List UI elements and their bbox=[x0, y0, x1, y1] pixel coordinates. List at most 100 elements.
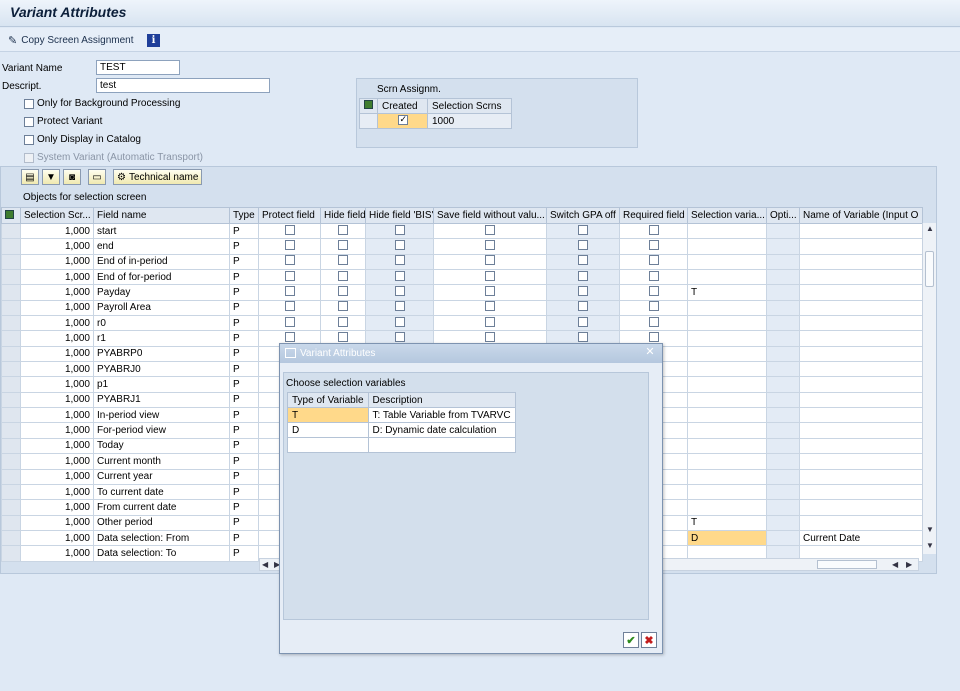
hide-field-checkbox[interactable] bbox=[338, 255, 348, 266]
print-button[interactable]: ▤ bbox=[21, 169, 39, 185]
row-selector[interactable] bbox=[1, 529, 21, 547]
confirm-button[interactable]: ✔ bbox=[623, 632, 639, 648]
selection-variable-cell[interactable] bbox=[687, 345, 767, 363]
switch-gpa-off-cell[interactable] bbox=[546, 253, 620, 271]
protect-field-checkbox[interactable] bbox=[284, 224, 295, 235]
required-field-checkbox[interactable] bbox=[648, 316, 659, 327]
variable-description-cell[interactable]: D: Dynamic date calculation bbox=[367, 422, 516, 438]
row-selector[interactable] bbox=[1, 345, 21, 363]
switch-gpa-off-cell[interactable] bbox=[546, 284, 620, 301]
hide-field-bis-cell[interactable] bbox=[365, 253, 434, 271]
row-selector[interactable] bbox=[1, 437, 21, 455]
optional-cell[interactable] bbox=[766, 299, 800, 317]
table-row[interactable]: 1,000 start P bbox=[1, 222, 923, 240]
optional-cell[interactable] bbox=[766, 376, 800, 393]
description-field[interactable]: test bbox=[96, 78, 270, 93]
optional-cell[interactable] bbox=[766, 315, 800, 332]
technical-name-button[interactable]: ⚙ Technical name bbox=[113, 169, 203, 185]
save-without-value-cell[interactable] bbox=[433, 284, 547, 301]
optional-cell[interactable] bbox=[766, 437, 800, 455]
row-selector[interactable] bbox=[1, 514, 21, 531]
scroll-down-icon[interactable]: ▼ bbox=[926, 525, 934, 534]
row-selector[interactable] bbox=[1, 391, 21, 409]
variable-name-cell[interactable] bbox=[799, 499, 923, 516]
required-field-cell[interactable] bbox=[619, 253, 688, 271]
switch-gpa-off-checkbox[interactable] bbox=[578, 240, 588, 251]
row-selector[interactable] bbox=[1, 545, 21, 562]
selection-variable-cell[interactable] bbox=[687, 222, 767, 240]
hide-field-bis-checkbox[interactable] bbox=[394, 286, 405, 297]
row-selector[interactable] bbox=[1, 253, 21, 271]
optional-cell[interactable] bbox=[766, 361, 800, 378]
hide-field-cell[interactable] bbox=[320, 238, 366, 255]
col-variable-name[interactable]: Name of Variable (Input O bbox=[799, 207, 923, 224]
row-selector[interactable] bbox=[1, 238, 21, 255]
col-protect-field[interactable]: Protect field bbox=[258, 207, 321, 224]
variable-name-cell[interactable] bbox=[799, 269, 923, 286]
row-selector[interactable] bbox=[1, 299, 21, 317]
horizontal-scroll-thumb[interactable] bbox=[817, 560, 877, 569]
col-description[interactable]: Description bbox=[367, 392, 516, 408]
protect-field-checkbox[interactable] bbox=[284, 240, 295, 251]
row-selector[interactable] bbox=[1, 361, 21, 378]
save-without-value-checkbox[interactable] bbox=[485, 224, 495, 235]
variable-type-cell[interactable] bbox=[287, 437, 369, 453]
scroll-up-icon[interactable]: ▲ bbox=[926, 224, 934, 233]
hide-field-checkbox[interactable] bbox=[338, 332, 348, 343]
optional-cell[interactable] bbox=[766, 483, 800, 501]
scroll-right-icon[interactable]: ▶ bbox=[906, 560, 912, 569]
scroll-down-end-icon[interactable]: ▼ bbox=[926, 541, 934, 550]
save-without-value-checkbox[interactable] bbox=[485, 301, 495, 312]
vertical-scroll-thumb[interactable] bbox=[925, 251, 934, 287]
optional-cell[interactable] bbox=[766, 238, 800, 255]
hide-field-bis-cell[interactable] bbox=[365, 315, 434, 332]
bg-processing-checkbox[interactable] bbox=[24, 98, 34, 109]
col-selection-variable[interactable]: Selection varia... bbox=[687, 207, 767, 224]
switch-gpa-off-checkbox[interactable] bbox=[578, 255, 588, 266]
switch-gpa-off-cell[interactable] bbox=[546, 315, 620, 332]
save-without-value-checkbox[interactable] bbox=[485, 316, 495, 327]
scroll-left-end-icon[interactable]: ◀ bbox=[892, 560, 898, 569]
row-selector[interactable] bbox=[1, 483, 21, 501]
protect-field-checkbox[interactable] bbox=[284, 255, 295, 266]
selection-variable-cell[interactable] bbox=[687, 483, 767, 501]
selection-variable-cell[interactable] bbox=[687, 269, 767, 286]
variable-type-cell[interactable]: T bbox=[287, 407, 369, 423]
hide-field-cell[interactable] bbox=[320, 269, 366, 286]
variable-name-cell[interactable] bbox=[799, 299, 923, 317]
col-save-without-value[interactable]: Save field without valu... bbox=[433, 207, 547, 224]
row-selector[interactable] bbox=[1, 499, 21, 516]
find-button[interactable]: ◙ bbox=[63, 169, 81, 185]
row-selector[interactable] bbox=[1, 407, 21, 424]
protect-field-checkbox[interactable] bbox=[284, 316, 295, 327]
save-without-value-cell[interactable] bbox=[433, 315, 547, 332]
variable-name-cell[interactable] bbox=[799, 514, 923, 531]
filter-button[interactable]: ▼ bbox=[42, 169, 60, 185]
variable-name-cell[interactable] bbox=[799, 361, 923, 378]
hide-field-bis-checkbox[interactable] bbox=[394, 332, 405, 343]
variable-name-cell[interactable] bbox=[799, 468, 923, 485]
switch-gpa-off-cell[interactable] bbox=[546, 269, 620, 286]
selection-variable-cell[interactable] bbox=[687, 361, 767, 378]
switch-gpa-off-checkbox[interactable] bbox=[578, 270, 588, 281]
hide-field-cell[interactable] bbox=[320, 284, 366, 301]
save-without-value-cell[interactable] bbox=[433, 299, 547, 317]
switch-gpa-off-checkbox[interactable] bbox=[578, 332, 588, 343]
col-optional[interactable]: Opti... bbox=[766, 207, 800, 224]
hide-field-checkbox[interactable] bbox=[338, 270, 348, 281]
protect-field-checkbox[interactable] bbox=[284, 286, 295, 297]
variable-description-cell[interactable]: T: Table Variable from TVARVC bbox=[367, 407, 516, 423]
optional-cell[interactable] bbox=[766, 222, 800, 240]
hide-field-bis-checkbox[interactable] bbox=[394, 224, 405, 235]
optional-cell[interactable] bbox=[766, 253, 800, 271]
required-field-checkbox[interactable] bbox=[648, 286, 659, 297]
col-hide-field[interactable]: Hide field bbox=[320, 207, 366, 224]
row-selector[interactable] bbox=[1, 269, 21, 286]
hide-field-checkbox[interactable] bbox=[338, 286, 348, 297]
row-selector[interactable] bbox=[1, 468, 21, 485]
select-all-cell[interactable] bbox=[359, 98, 378, 114]
switch-gpa-off-checkbox[interactable] bbox=[578, 301, 588, 312]
variable-name-cell[interactable] bbox=[799, 222, 923, 240]
table-row[interactable]: 1,000 End of for-period P bbox=[1, 269, 923, 286]
display-catalog-option[interactable]: Only Display in Catalog bbox=[24, 134, 141, 145]
